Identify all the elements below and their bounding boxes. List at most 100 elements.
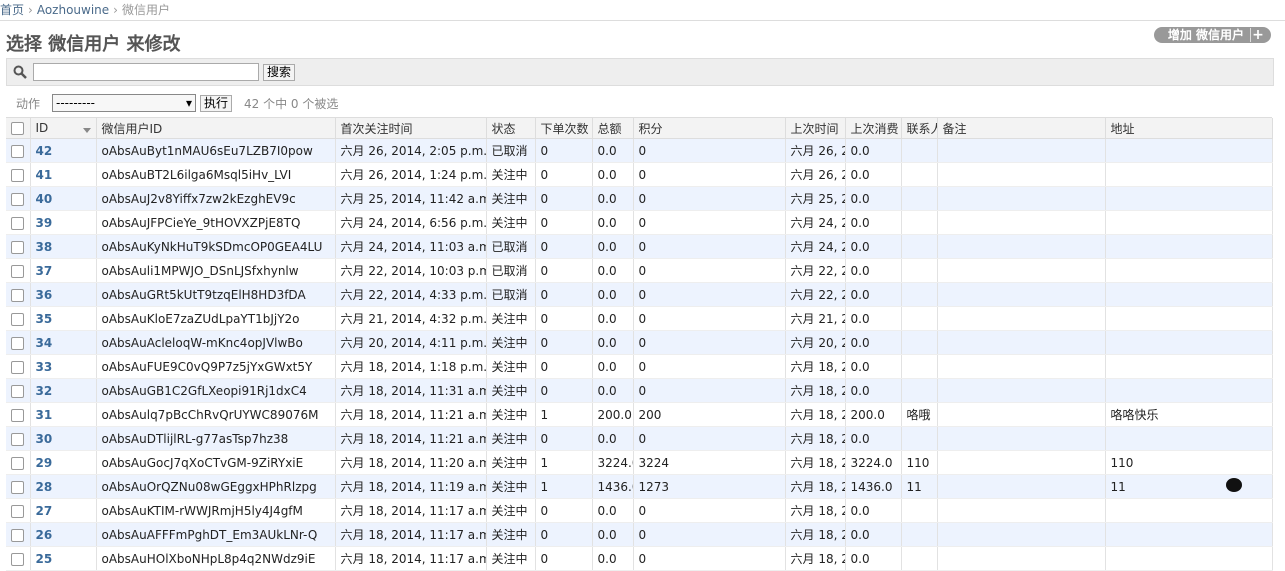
row-select-cell: [6, 450, 31, 475]
breadcrumb-app-link[interactable]: Aozhouwine: [37, 3, 109, 17]
search-button[interactable]: 搜索: [263, 63, 296, 81]
cell-points: 0: [633, 162, 786, 187]
row-edit-link[interactable]: 41: [36, 168, 53, 182]
row-edit-link[interactable]: 26: [36, 528, 53, 542]
column-header-status[interactable]: 状态: [486, 118, 536, 139]
sort-desc-icon[interactable]: [82, 128, 91, 133]
row-edit-link[interactable]: 39: [36, 216, 53, 230]
row-checkbox[interactable]: [11, 144, 24, 158]
row-checkbox[interactable]: [11, 192, 24, 206]
cell-status: 已取消: [486, 258, 536, 283]
cell-total: 0.0: [592, 186, 634, 211]
action-select-value: ---------: [56, 96, 95, 110]
search-input[interactable]: [33, 63, 259, 81]
row-select-cell: [6, 138, 31, 163]
row-edit-link[interactable]: 35: [36, 312, 53, 326]
cell-openid: oAbsAuOrQZNu08wGEggxHPhRlzpg: [96, 474, 336, 499]
cell-orders: 1: [535, 474, 593, 499]
cell-status: 已取消: [486, 138, 536, 163]
action-select[interactable]: --------- ▾: [52, 94, 197, 112]
cell-first: 六月 20, 2014, 4:11 p.m.: [335, 330, 487, 355]
cell-last-spend: 0.0: [845, 522, 902, 547]
cell-last: 六月 18, 2014, 11:22 a.m.: [785, 474, 846, 499]
row-edit-link[interactable]: 38: [36, 240, 53, 254]
row-edit-link[interactable]: 40: [36, 192, 53, 206]
cell-openid: oAbsAuAFFFmPghDT_Em3AUkLNr-Q: [96, 522, 336, 547]
cell-openid: oAbsAuGB1C2GfLXeopi91Rj1dxC4: [96, 378, 336, 403]
cell-total: 0.0: [592, 522, 634, 547]
row-edit-link[interactable]: 33: [36, 360, 53, 374]
row-select-cell: [6, 546, 31, 571]
row-checkbox[interactable]: [11, 552, 24, 566]
row-edit-link[interactable]: 28: [36, 480, 53, 494]
cell-note: [937, 354, 1106, 379]
row-edit-link[interactable]: 31: [36, 408, 53, 422]
row-edit-link[interactable]: 34: [36, 336, 53, 350]
row-checkbox[interactable]: [11, 168, 24, 182]
row-checkbox[interactable]: [11, 216, 24, 230]
add-wechat-user-button[interactable]: 增加 微信用户 +: [1153, 27, 1271, 43]
table-header-row: ID 微信用户ID 首次关注时间 状态 下单次数 总额 积分 上次时间 上次消费…: [6, 118, 1273, 139]
table-row: 40 oAbsAuJ2v8Yiffx7zw2kEzghEV9c 六月 25, 201…: [6, 186, 1273, 211]
row-edit-link[interactable]: 36: [36, 288, 53, 302]
row-checkbox[interactable]: [11, 240, 24, 254]
cell-note: [937, 426, 1106, 451]
row-edit-link[interactable]: 42: [36, 144, 53, 158]
cell-address: [1105, 546, 1273, 571]
row-checkbox[interactable]: [11, 336, 24, 350]
row-edit-link[interactable]: 32: [36, 384, 53, 398]
column-header-id[interactable]: ID: [30, 118, 97, 139]
row-checkbox[interactable]: [11, 528, 24, 542]
row-checkbox[interactable]: [11, 264, 24, 278]
cell-last: 六月 18, 2014, 11:17 a.m.: [785, 522, 846, 547]
column-header-address[interactable]: 地址: [1105, 118, 1273, 139]
cell-status: 关注中: [486, 210, 536, 235]
cell-id: 38: [30, 234, 97, 259]
cell-contact: [901, 306, 938, 331]
row-checkbox[interactable]: [11, 480, 24, 494]
column-header-orders[interactable]: 下单次数: [535, 118, 593, 139]
cell-contact: [901, 546, 938, 571]
cell-status: 关注中: [486, 378, 536, 403]
column-header-last-spend[interactable]: 上次消费: [845, 118, 902, 139]
row-checkbox[interactable]: [11, 312, 24, 326]
row-edit-link[interactable]: 29: [36, 456, 53, 470]
cell-id: 41: [30, 162, 97, 187]
cell-last-spend: 3224.0: [845, 450, 902, 475]
cell-address: [1105, 234, 1273, 259]
row-edit-link[interactable]: 25: [36, 552, 53, 566]
row-checkbox[interactable]: [11, 384, 24, 398]
select-all-checkbox[interactable]: [11, 122, 24, 135]
row-checkbox[interactable]: [11, 504, 24, 518]
cell-address: [1105, 210, 1273, 235]
cell-last-spend: 0.0: [845, 234, 902, 259]
column-header-first-follow[interactable]: 首次关注时间: [335, 118, 487, 139]
row-checkbox[interactable]: [11, 456, 24, 470]
cell-orders: 0: [535, 186, 593, 211]
row-checkbox[interactable]: [11, 360, 24, 374]
breadcrumb-separator: ›: [28, 3, 33, 17]
cell-contact: [901, 138, 938, 163]
breadcrumb-home-link[interactable]: 首页: [0, 3, 24, 17]
column-header-last-time[interactable]: 上次时间: [785, 118, 846, 139]
column-header-total[interactable]: 总额: [592, 118, 634, 139]
column-header-note[interactable]: 备注: [937, 118, 1106, 139]
cell-orders: 0: [535, 378, 593, 403]
cell-orders: 0: [535, 354, 593, 379]
go-button[interactable]: 执行: [200, 94, 233, 112]
actions-bar: 动作 --------- ▾ 执行 42 个中 0 个被选: [6, 89, 1272, 118]
column-header-openid[interactable]: 微信用户ID: [96, 118, 336, 139]
cell-status: 关注中: [486, 162, 536, 187]
row-checkbox[interactable]: [11, 432, 24, 446]
row-checkbox[interactable]: [11, 288, 24, 302]
cell-orders: 0: [535, 210, 593, 235]
row-checkbox[interactable]: [11, 408, 24, 422]
cell-last: 六月 24, 2014, 11:03 a.m.: [785, 234, 846, 259]
row-edit-link[interactable]: 37: [36, 264, 53, 278]
cell-total: 0.0: [592, 234, 634, 259]
row-edit-link[interactable]: 30: [36, 432, 53, 446]
cell-openid: oAbsAuJ2v8Yiffx7zw2kEzghEV9c: [96, 186, 336, 211]
column-header-points[interactable]: 积分: [633, 118, 786, 139]
column-header-contact[interactable]: 联系人: [901, 118, 938, 139]
row-edit-link[interactable]: 27: [36, 504, 53, 518]
